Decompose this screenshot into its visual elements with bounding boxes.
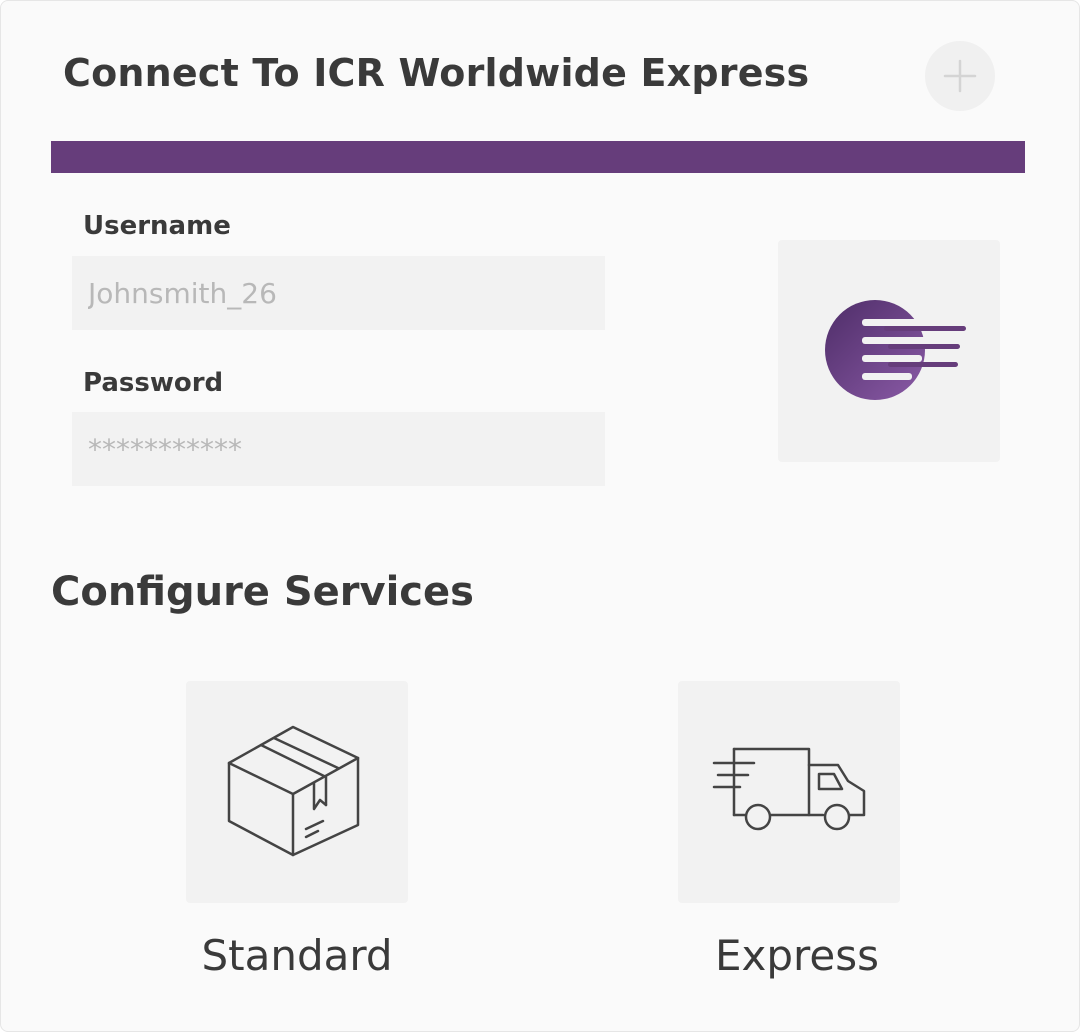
service-label-express[interactable]: Express [647, 931, 947, 980]
username-label: Username [83, 211, 231, 241]
package-box-icon [227, 725, 360, 857]
carrier-logo [778, 240, 1000, 462]
section-title: Configure Services [51, 569, 474, 615]
plus-icon [943, 59, 977, 93]
service-card-standard[interactable] [186, 681, 408, 903]
password-input[interactable] [72, 412, 605, 486]
connect-panel: Connect To ICR Worldwide Express Usernam… [0, 0, 1080, 1032]
service-card-express[interactable] [678, 681, 900, 903]
service-label-standard[interactable]: Standard [147, 931, 447, 980]
icr-logo-icon [825, 300, 966, 400]
add-button[interactable] [925, 41, 995, 111]
accent-bar [51, 141, 1025, 173]
password-label: Password [83, 368, 224, 398]
page-title: Connect To ICR Worldwide Express [63, 51, 810, 95]
delivery-truck-icon [712, 747, 866, 831]
username-input[interactable] [72, 256, 605, 330]
